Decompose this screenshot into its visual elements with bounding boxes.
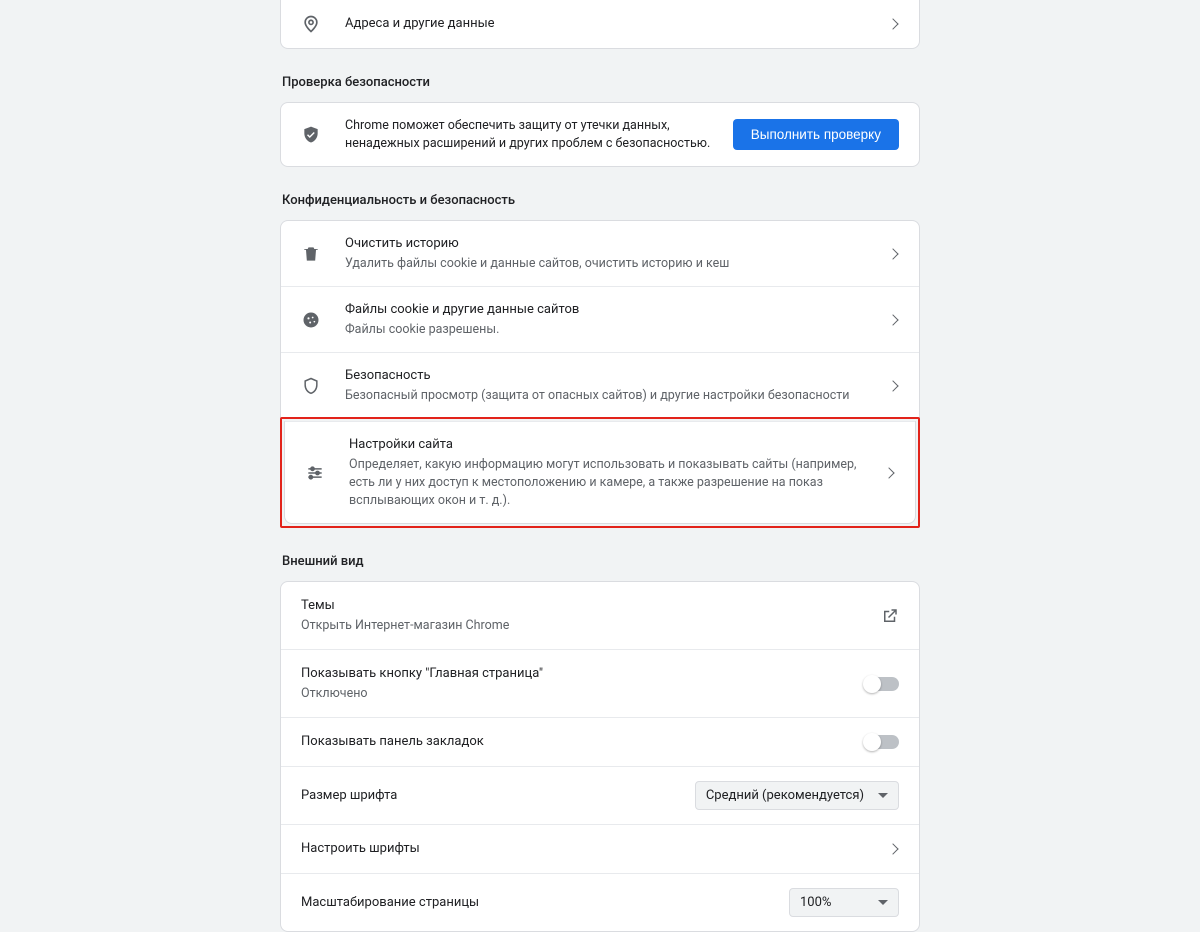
site-settings-title: Настройки сайта (349, 435, 873, 455)
chevron-down-icon (878, 900, 888, 905)
security-title: Безопасность (345, 366, 877, 386)
privacy-section-title: Конфиденциальность и безопасность (282, 193, 920, 208)
home-button-toggle[interactable] (865, 677, 899, 691)
bookmarks-bar-toggle[interactable] (865, 735, 899, 749)
clear-browsing-data-row[interactable]: Очистить историю Удалить файлы cookie и … (281, 221, 919, 286)
customize-fonts-title: Настроить шрифты (301, 839, 877, 859)
font-size-title: Размер шрифта (301, 786, 683, 806)
open-external-icon (881, 607, 899, 625)
cookies-title: Файлы cookie и другие данные сайтов (345, 300, 877, 320)
home-button-title: Показывать кнопку "Главная страница" (301, 664, 853, 684)
clear-sub: Удалить файлы cookie и данные сайтов, оч… (345, 255, 877, 273)
site-settings-highlight: Настройки сайта Определяет, какую информ… (280, 417, 920, 528)
bookmarks-bar-row[interactable]: Показывать панель закладок (281, 717, 919, 766)
chevron-right-icon (887, 248, 898, 259)
site-settings-sub: Определяет, какую информацию могут испол… (349, 456, 873, 510)
safety-check-row: Chrome поможет обеспечить защиту от утеч… (281, 103, 919, 166)
shield-check-icon (301, 125, 321, 145)
font-size-value: Средний (рекомендуется) (706, 788, 864, 803)
page-zoom-value: 100% (800, 895, 831, 910)
chevron-right-icon (887, 18, 898, 29)
trash-icon (301, 244, 321, 264)
chevron-right-icon (883, 467, 894, 478)
appearance-section-title: Внешний вид (282, 554, 920, 569)
cookies-row[interactable]: Файлы cookie и другие данные сайтов Файл… (281, 286, 919, 352)
home-button-sub: Отключено (301, 685, 853, 703)
themes-row[interactable]: Темы Открыть Интернет-магазин Chrome (281, 582, 919, 649)
themes-title: Темы (301, 596, 869, 616)
autofill-addresses-label: Адреса и другие данные (345, 14, 877, 34)
site-settings-row[interactable]: Настройки сайта Определяет, какую информ… (285, 421, 915, 523)
page-zoom-select[interactable]: 100% (789, 888, 899, 917)
home-button-row[interactable]: Показывать кнопку "Главная страница" Отк… (281, 649, 919, 717)
customize-fonts-row[interactable]: Настроить шрифты (281, 824, 919, 873)
location-icon (301, 14, 321, 34)
font-size-select[interactable]: Средний (рекомендуется) (695, 781, 899, 810)
page-zoom-title: Масштабирование страницы (301, 893, 777, 913)
cookie-icon (301, 310, 321, 330)
safety-description: Chrome поможет обеспечить защиту от утеч… (345, 117, 711, 153)
themes-sub: Открыть Интернет-магазин Chrome (301, 617, 869, 635)
shield-icon (301, 376, 321, 396)
chevron-down-icon (878, 793, 888, 798)
run-safety-check-button[interactable]: Выполнить проверку (733, 119, 899, 150)
chevron-right-icon (887, 843, 898, 854)
security-sub: Безопасный просмотр (защита от опасных с… (345, 387, 877, 405)
clear-title: Очистить историю (345, 234, 877, 254)
bookmarks-bar-title: Показывать панель закладок (301, 732, 853, 752)
sliders-icon (305, 463, 325, 483)
autofill-addresses-row[interactable]: Адреса и другие данные (281, 0, 919, 48)
chevron-right-icon (887, 314, 898, 325)
font-size-row: Размер шрифта Средний (рекомендуется) (281, 766, 919, 824)
page-zoom-row: Масштабирование страницы 100% (281, 873, 919, 931)
safety-section-title: Проверка безопасности (282, 75, 920, 90)
chevron-right-icon (887, 380, 898, 391)
cookies-sub: Файлы cookie разрешены. (345, 321, 877, 339)
security-row[interactable]: Безопасность Безопасный просмотр (защита… (281, 352, 919, 418)
